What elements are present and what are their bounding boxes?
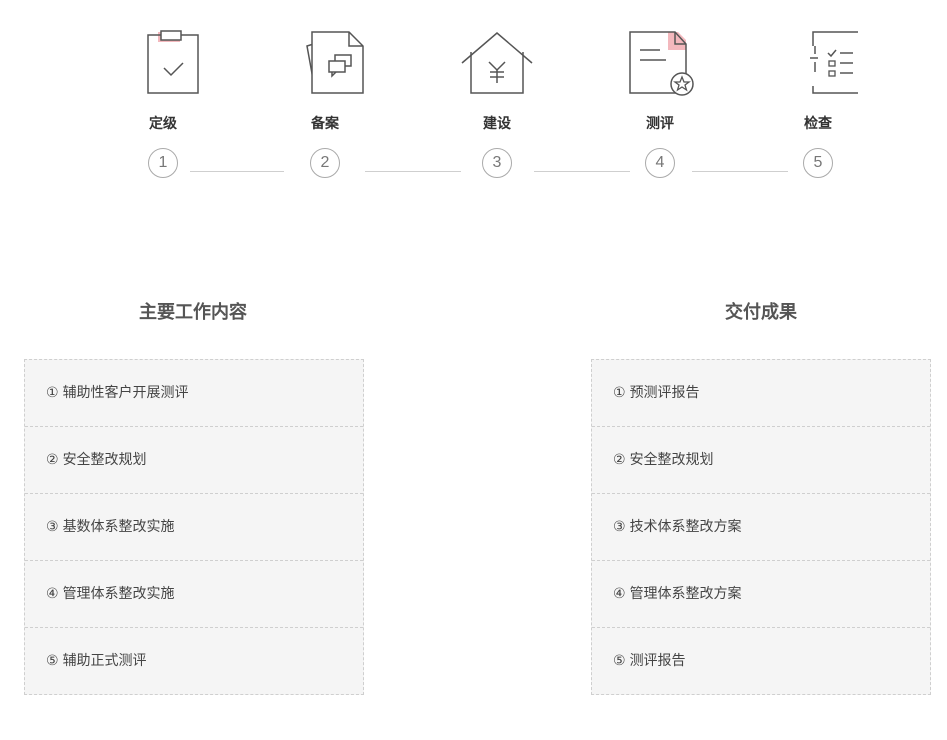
list-item: ⑤ 辅助正式测评 — [25, 627, 363, 694]
step-number: 5 — [803, 148, 833, 178]
clipboard-check-icon — [123, 28, 203, 98]
step-number: 1 — [148, 148, 178, 178]
step-number: 2 — [310, 148, 340, 178]
checklist-icon — [778, 28, 858, 98]
document-star-icon — [620, 28, 700, 98]
list-item: ④ 管理体系整改方案 — [592, 560, 930, 627]
step-2: 备案 2 — [265, 28, 385, 178]
step-1: 定级 1 — [103, 28, 223, 178]
list-item: ③ 基数体系整改实施 — [25, 493, 363, 560]
list-item: ② 安全整改规划 — [592, 426, 930, 493]
step-label: 检查 — [804, 116, 832, 132]
list-item: ① 辅助性客户开展测评 — [46, 385, 189, 401]
house-yuan-icon — [457, 28, 537, 98]
main-work-title: 主要工作内容 — [139, 302, 247, 323]
list-item: ⑤ 测评报告 — [592, 627, 930, 694]
main-work-list: ① 辅助性客户开展测评 ② 安全整改规划 ③ 基数体系整改实施 ④ 管理体系整改实施 ⑤… — [24, 359, 364, 695]
step-3: 建设 3 — [437, 28, 557, 178]
step-label: 测评 — [646, 116, 674, 132]
step-5: 检查 5 — [758, 28, 878, 178]
deliverables-list: ① 预测评报告 ② 安全整改规划 ③ 技术体系整改方案 ④ 管理体系整改方案 ⑤ 测评报告 — [591, 359, 931, 695]
list-item: ③ 技术体系整改方案 — [592, 493, 930, 560]
step-label: 备案 — [311, 116, 339, 132]
list-item: ① 预测评报告 — [613, 385, 700, 401]
list-item: ④ 管理体系整改实施 — [25, 560, 363, 627]
step-number: 4 — [645, 148, 675, 178]
step-label: 建设 — [483, 116, 511, 132]
step-number: 3 — [482, 148, 512, 178]
list-item: ② 安全整改规划 — [25, 426, 363, 493]
step-4: 测评 4 — [600, 28, 720, 178]
step-label: 定级 — [149, 116, 177, 132]
deliverables-title: 交付成果 — [725, 302, 797, 323]
document-chat-icon — [285, 28, 365, 98]
